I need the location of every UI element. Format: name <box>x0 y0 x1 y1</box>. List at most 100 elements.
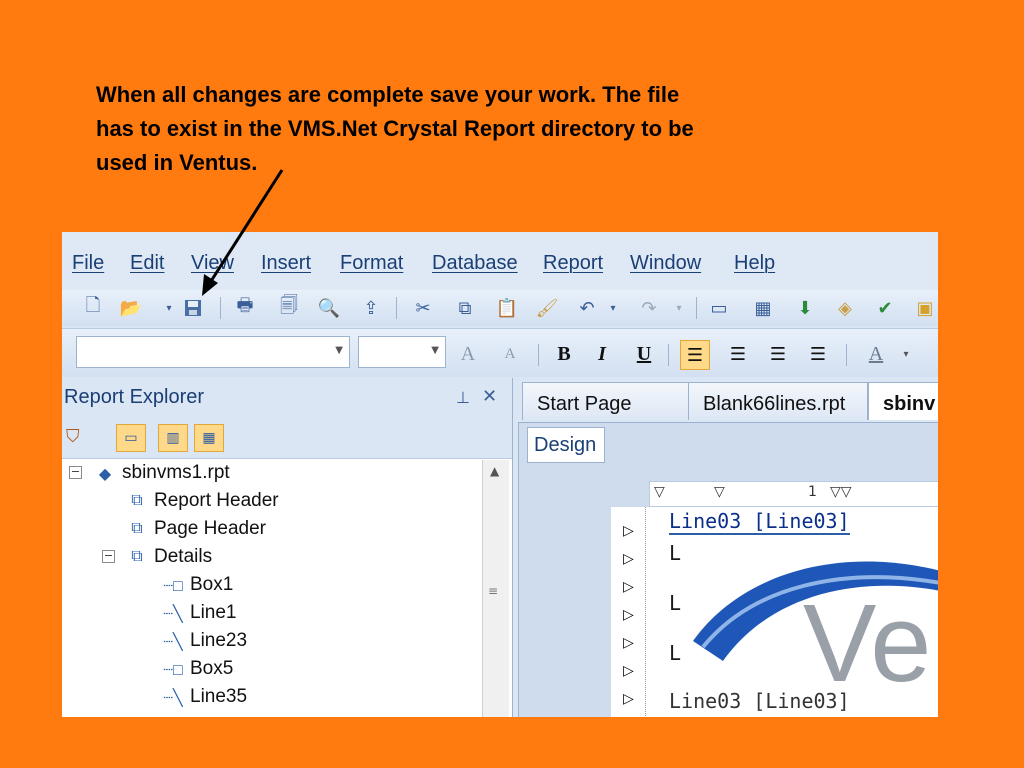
tree-item-line23[interactable]: ┈╲ Line23 <box>162 628 247 654</box>
open-icon[interactable]: 📂 <box>120 297 142 319</box>
ruler-marker-icon[interactable]: ▽ <box>654 484 665 500</box>
collapse-icon[interactable]: − <box>69 466 82 479</box>
show-grids-button[interactable]: ▦ <box>194 424 224 452</box>
guide-marker-icon[interactable]: ▷ <box>623 607 634 623</box>
toolbar-separator <box>696 297 697 319</box>
collapse-icon[interactable]: − <box>102 550 115 563</box>
undo-dropdown-icon[interactable]: ▾ <box>602 297 624 319</box>
tree-item-box5[interactable]: ┈□ Box5 <box>162 656 233 682</box>
check-icon[interactable]: ✔ <box>874 297 896 319</box>
toolbox-icon[interactable]: ▦ <box>752 297 774 319</box>
redo-dropdown-icon[interactable]: ▾ <box>668 297 690 319</box>
font-shrink-button[interactable]: A <box>496 340 524 368</box>
italic-button[interactable]: I <box>588 340 616 368</box>
field-label-l[interactable]: L <box>669 541 681 565</box>
field-line03-top[interactable]: Line03 [Line03] <box>669 509 850 535</box>
tab-sbinv[interactable]: sbinv <box>868 382 938 420</box>
tree-item-line1[interactable]: ┈╲ Line1 <box>162 600 236 626</box>
tree-scrollbar[interactable]: ▲ ≡ <box>482 460 509 717</box>
menu-file[interactable]: File <box>72 252 104 275</box>
tree-item-report[interactable]: ◆ sbinvms1.rpt <box>94 460 230 486</box>
menu-window[interactable]: Window <box>630 252 701 275</box>
filter-icon[interactable]: ⛉ <box>66 426 80 447</box>
dropdown-arrow-icon[interactable]: ▾ <box>158 297 180 319</box>
tab-blank66lines[interactable]: Blank66lines.rpt <box>688 382 868 420</box>
align-left-icon[interactable]: ☰ <box>680 340 710 370</box>
more-icon[interactable]: ▣ <box>914 297 936 319</box>
tree-item-details[interactable]: ⧉ Details <box>126 544 212 570</box>
document-area: Start Page Blank66lines.rpt sbinv Design… <box>514 378 938 717</box>
menu-edit[interactable]: Edit <box>130 252 164 275</box>
print-preview-icon[interactable]: 🗐 <box>278 295 300 319</box>
cut-icon[interactable]: ✂ <box>412 297 434 319</box>
tree-item-report-header[interactable]: ⧉ Report Header <box>126 488 279 514</box>
font-grow-button[interactable]: A <box>454 340 482 368</box>
guide-marker-icon[interactable]: ▷ <box>623 663 634 679</box>
align-right-icon[interactable]: ☰ <box>764 340 792 368</box>
font-color-button[interactable]: A <box>862 340 890 368</box>
report-explorer-toolbar: ⛉ ▭ ▥ ▦ <box>62 418 512 459</box>
toolbar-separator <box>668 344 669 366</box>
tree-item-label: sbinvms1.rpt <box>122 462 230 483</box>
copy-icon[interactable]: ⧉ <box>454 297 476 319</box>
scroll-grip-icon[interactable]: ≡ <box>488 584 498 598</box>
toolbar-separator <box>396 297 397 319</box>
ruler-marker-icon[interactable]: ▽ <box>714 484 725 500</box>
font-name-select[interactable]: ▼ <box>76 336 350 368</box>
horizontal-ruler[interactable]: ▽ ▽ 1 ▽▽ <box>649 481 938 507</box>
tree-item-line35[interactable]: ┈╲ Line35 <box>162 684 247 710</box>
guide-marker-icon[interactable]: ▷ <box>623 551 634 567</box>
bold-button[interactable]: B <box>550 340 578 368</box>
justify-icon[interactable]: ☰ <box>804 340 832 368</box>
menu-format[interactable]: Format <box>340 252 403 275</box>
tree-item-label: Report Header <box>154 490 279 511</box>
menu-help[interactable]: Help <box>734 252 775 275</box>
guide-marker-icon[interactable]: ▷ <box>623 523 634 539</box>
show-fields-button[interactable]: ▭ <box>116 424 146 452</box>
menu-report[interactable]: Report <box>543 252 603 275</box>
align-center-icon[interactable]: ☰ <box>724 340 752 368</box>
print-icon[interactable]: 🖶 <box>234 295 256 319</box>
paste-icon[interactable]: 📋 <box>496 297 518 319</box>
menu-insert[interactable]: Insert <box>261 252 311 275</box>
new-icon[interactable]: 🗋 <box>82 295 104 319</box>
guide-marker-icon[interactable]: ▷ <box>623 691 634 707</box>
guide-marker-icon[interactable]: ▷ <box>623 579 634 595</box>
menu-view[interactable]: View <box>191 252 234 275</box>
show-graphics-button[interactable]: ▥ <box>158 424 188 452</box>
ruler-marker-icon[interactable]: ▽▽ <box>830 484 852 500</box>
toolbar-separator <box>538 344 539 366</box>
scroll-up-icon[interactable]: ▲ <box>490 464 499 478</box>
underline-button[interactable]: U <box>630 340 658 368</box>
guide-marker-icon[interactable]: ▷ <box>623 635 634 651</box>
report-canvas[interactable]: ▷ ▷ ▷ ▷ ▷ ▷ ▷ Line03 [Line03] L L L Ve L <box>611 507 938 717</box>
field-label-l[interactable]: L <box>669 641 681 665</box>
expert-icon[interactable]: ◈ <box>834 297 856 319</box>
export-icon[interactable]: ⇪ <box>360 297 382 319</box>
tree-item-page-header[interactable]: ⧉ Page Header <box>126 516 266 542</box>
save-icon[interactable] <box>182 297 204 319</box>
preview-icon[interactable]: 🔍 <box>318 297 340 319</box>
field-label-l[interactable]: L <box>669 591 681 615</box>
font-color-dropdown-icon[interactable]: ▾ <box>892 340 920 368</box>
tree-item-label: Details <box>154 546 213 567</box>
tree-item-box1[interactable]: ┈□ Box1 <box>162 572 233 598</box>
undo-icon[interactable]: ↶ <box>576 297 598 319</box>
field-line03-bottom[interactable]: Line03 [Line03] <box>669 689 850 713</box>
tab-start-page[interactable]: Start Page <box>522 382 690 420</box>
caption-line-2: has to exist in the VMS.Net Crystal Repo… <box>96 116 694 141</box>
redo-icon[interactable]: ↷ <box>638 297 660 319</box>
font-size-select[interactable]: ▼ <box>358 336 446 368</box>
format-painter-icon[interactable]: 🖌 <box>536 297 559 319</box>
field-explorer-icon[interactable]: ▭ <box>708 297 730 319</box>
menu-database[interactable]: Database <box>432 252 518 275</box>
box-icon: ┈□ <box>163 662 183 679</box>
close-icon[interactable]: ✕ <box>482 386 497 407</box>
tree-item-label: Line35 <box>190 686 248 707</box>
caption-line-1: When all changes are complete save your … <box>96 82 680 107</box>
tab-design[interactable]: Design <box>527 427 605 463</box>
insert-icon[interactable]: ⬇ <box>794 297 816 319</box>
toolbar-separator <box>846 344 847 366</box>
tree-item-label: Line23 <box>190 630 248 651</box>
pin-icon[interactable]: ⊥ <box>456 388 470 407</box>
